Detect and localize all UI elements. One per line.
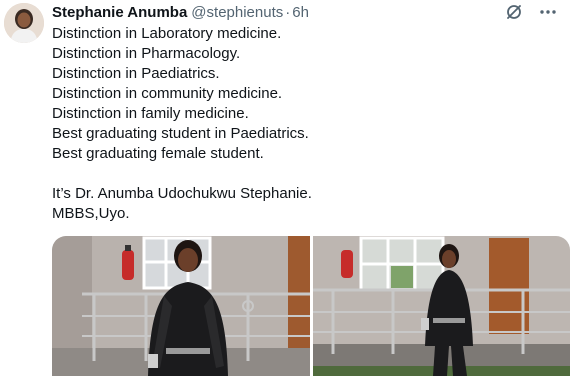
tweet-line: Distinction in community medicine. — [52, 85, 283, 102]
header-actions — [504, 2, 558, 22]
media-photo[interactable] — [313, 236, 570, 376]
timestamp[interactable]: 6h — [292, 4, 309, 21]
tweet-line: Distinction in Paediatrics. — [52, 65, 220, 82]
grok-icon[interactable] — [504, 2, 524, 22]
media-photo[interactable] — [52, 236, 310, 376]
tweet-line: Distinction in Pharmacology. — [52, 45, 241, 62]
display-name[interactable]: Stephanie Anumba — [52, 4, 187, 21]
separator-dot: · — [285, 3, 291, 21]
tweet-header: Stephanie Anumba @stephienuts · 6h — [52, 3, 309, 21]
tweet-line: Distinction in family medicine. — [52, 105, 249, 122]
tweet-text: Distinction in Laboratory medicine. Dist… — [52, 24, 552, 224]
tweet-line: Distinction in Laboratory medicine. — [52, 25, 282, 42]
tweet-line: Best graduating student in Paediatrics. — [52, 125, 309, 142]
tweet-line: It’s Dr. Anumba Udochukwu Stephanie. — [52, 185, 312, 202]
more-options-icon[interactable] — [538, 2, 558, 22]
media-grid — [52, 236, 570, 376]
tweet[interactable]: Stephanie Anumba @stephienuts · 6h Disti… — [0, 0, 570, 376]
avatar[interactable] — [4, 3, 44, 43]
tweet-line: Best graduating female student. — [52, 145, 264, 162]
user-handle[interactable]: @stephienuts — [191, 4, 283, 21]
tweet-line: MBBS,Uyo. — [52, 205, 130, 222]
